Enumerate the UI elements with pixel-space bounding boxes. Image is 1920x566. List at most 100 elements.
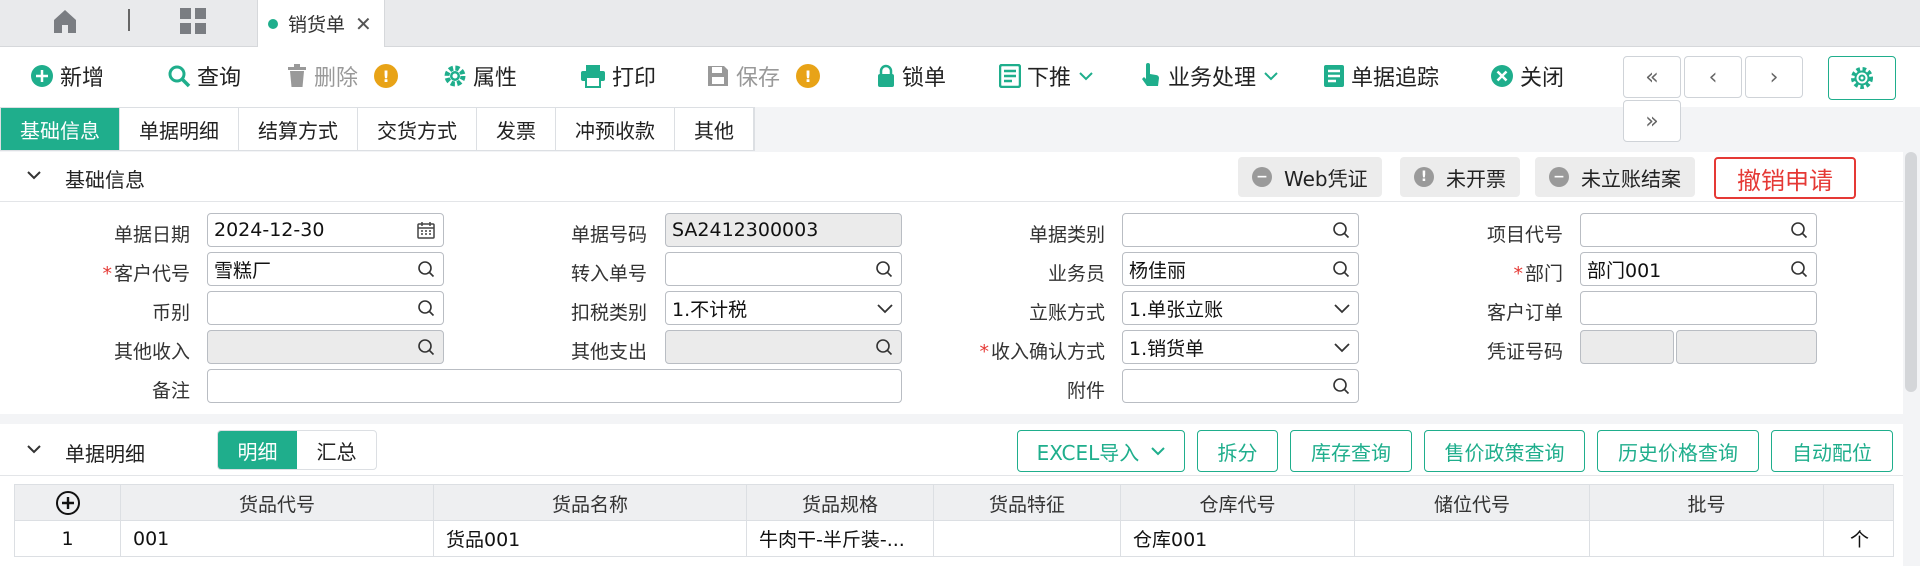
auto-allocate-button[interactable]: 自动配位 (1771, 430, 1893, 472)
label-income-confirm-text: 收入确认方式 (990, 341, 1105, 363)
search-icon[interactable] (875, 338, 893, 356)
voucher-status: − Web凭证 (1238, 157, 1382, 197)
grid-icon[interactable] (178, 6, 208, 36)
column-header[interactable]: 批号 (1590, 485, 1824, 521)
chevron-down-icon[interactable] (1334, 304, 1350, 314)
excel-import-button[interactable]: EXCEL导入 (1017, 430, 1185, 472)
properties-button[interactable]: 属性 (443, 59, 517, 93)
cell-code[interactable]: 001 (121, 521, 434, 556)
document-trace-button[interactable]: 单据追踪 (1323, 59, 1439, 93)
search-icon[interactable] (875, 260, 893, 278)
first-record-button[interactable]: « (1623, 56, 1681, 98)
revoke-request-button[interactable]: 撤销申请 (1714, 157, 1856, 199)
push-down-label: 下推 (1027, 66, 1072, 91)
required-mark: * (979, 341, 989, 363)
tab-prepayment[interactable]: 冲预收款 (556, 108, 675, 150)
tab-detail[interactable]: 单据明细 (120, 108, 239, 150)
calendar-icon[interactable] (417, 221, 435, 239)
push-down-button[interactable]: 下推 (999, 59, 1099, 93)
chevron-down-icon[interactable] (877, 304, 893, 314)
tax-type-select[interactable]: 1.不计税 (665, 291, 902, 325)
cell-warehouse[interactable]: 仓库001 (1121, 521, 1355, 556)
lock-label: 锁单 (902, 66, 947, 91)
cell-lot[interactable] (1590, 521, 1824, 556)
search-icon[interactable] (1790, 221, 1808, 239)
add-row-icon[interactable] (15, 485, 121, 521)
label-dept-text: 部门 (1524, 263, 1563, 285)
lock-button[interactable]: 锁单 (876, 59, 946, 93)
cell-feature[interactable] (934, 521, 1121, 556)
prev-record-button[interactable]: ‹ (1684, 56, 1742, 98)
home-icon[interactable] (50, 6, 80, 36)
label-attachment: 附件 (1066, 380, 1105, 402)
dept-field[interactable]: 部门001 (1580, 252, 1817, 286)
add-button[interactable]: 新增 (30, 59, 104, 93)
last-record-button[interactable]: » (1623, 100, 1681, 142)
search-icon[interactable] (417, 260, 435, 278)
column-header[interactable]: 储位代号 (1355, 485, 1590, 521)
delete-button[interactable]: 删除 ! (286, 59, 399, 93)
search-icon[interactable] (417, 299, 435, 317)
customer-order-field[interactable] (1580, 291, 1817, 325)
search-icon[interactable] (417, 338, 435, 356)
income-confirm-select[interactable]: 1.销货单 (1122, 330, 1359, 364)
project-field[interactable] (1580, 213, 1817, 247)
date-field[interactable]: 2024-12-30 (207, 213, 444, 247)
column-header[interactable]: 货品特征 (934, 485, 1121, 521)
excel-import-label: EXCEL导入 (1036, 440, 1140, 465)
tab-basic-info[interactable]: 基础信息 (1, 108, 120, 150)
minus-icon: − (1252, 167, 1272, 187)
salesman-field[interactable]: 杨佳丽 (1122, 252, 1359, 286)
minus-icon: − (1549, 167, 1569, 187)
column-header[interactable]: 货品规格 (747, 485, 934, 521)
top-tab-bar: 销货单 ✕ (0, 0, 1920, 47)
toggle-summary[interactable]: 汇总 (297, 431, 376, 469)
column-header[interactable]: 仓库代号 (1121, 485, 1355, 521)
chevron-down-icon (1264, 72, 1278, 81)
cell-name[interactable]: 货品001 (434, 521, 747, 556)
cell-location[interactable] (1355, 521, 1590, 556)
column-header[interactable]: 货品名称 (434, 485, 747, 521)
currency-field[interactable] (207, 291, 444, 325)
business-process-button[interactable]: 业务处理 (1140, 59, 1284, 93)
other-expense-field (665, 330, 902, 364)
tab-delivery[interactable]: 交货方式 (358, 108, 477, 150)
doc-type-field[interactable] (1122, 213, 1359, 247)
tab-sales-order[interactable]: 销货单 ✕ (257, 0, 385, 47)
price-policy-query-button[interactable]: 售价政策查询 (1424, 430, 1585, 472)
account-mode-select[interactable]: 1.单张立账 (1122, 291, 1359, 325)
column-header[interactable]: 货品代号 (121, 485, 434, 521)
cell-unit[interactable]: 个 (1824, 521, 1895, 556)
table-row[interactable]: 1 001 货品001 牛肉干-半斤装-... 仓库001 个 (14, 521, 1894, 557)
chevron-down-icon[interactable] (1334, 343, 1350, 353)
search-icon[interactable] (1790, 260, 1808, 278)
printer-icon (581, 65, 605, 88)
query-button[interactable]: 查询 (167, 59, 241, 93)
attachment-field[interactable] (1122, 369, 1359, 403)
chevron-down-icon[interactable] (26, 169, 42, 181)
split-button[interactable]: 拆分 (1197, 430, 1278, 472)
save-button[interactable]: 保存 ! (706, 59, 821, 93)
tab-other[interactable]: 其他 (675, 108, 754, 150)
chevron-down-icon[interactable] (26, 443, 42, 455)
vertical-scrollbar[interactable] (1905, 152, 1917, 392)
close-tab-icon[interactable]: ✕ (355, 12, 372, 36)
customer-field[interactable]: 雪糕厂 (207, 252, 444, 286)
settings-button[interactable] (1828, 56, 1896, 100)
tab-invoice[interactable]: 发票 (477, 108, 556, 150)
search-icon[interactable] (1332, 221, 1350, 239)
invoice-status-label: 未开票 (1446, 166, 1506, 191)
tab-settlement[interactable]: 结算方式 (239, 108, 358, 150)
print-button[interactable]: 打印 (580, 59, 656, 93)
next-record-button[interactable]: › (1745, 56, 1803, 98)
history-price-query-button[interactable]: 历史价格查询 (1597, 430, 1759, 472)
search-icon[interactable] (1332, 260, 1350, 278)
search-icon[interactable] (1332, 377, 1350, 395)
transfer-no-field[interactable] (665, 252, 902, 286)
cell-spec[interactable]: 牛肉干-半斤装-... (747, 521, 934, 556)
toggle-detail[interactable]: 明细 (218, 431, 297, 469)
stock-query-button[interactable]: 库存查询 (1290, 430, 1412, 472)
label-account-mode: 立账方式 (1028, 302, 1105, 324)
close-button[interactable]: 关闭 (1490, 59, 1564, 93)
remark-field[interactable] (207, 369, 902, 403)
